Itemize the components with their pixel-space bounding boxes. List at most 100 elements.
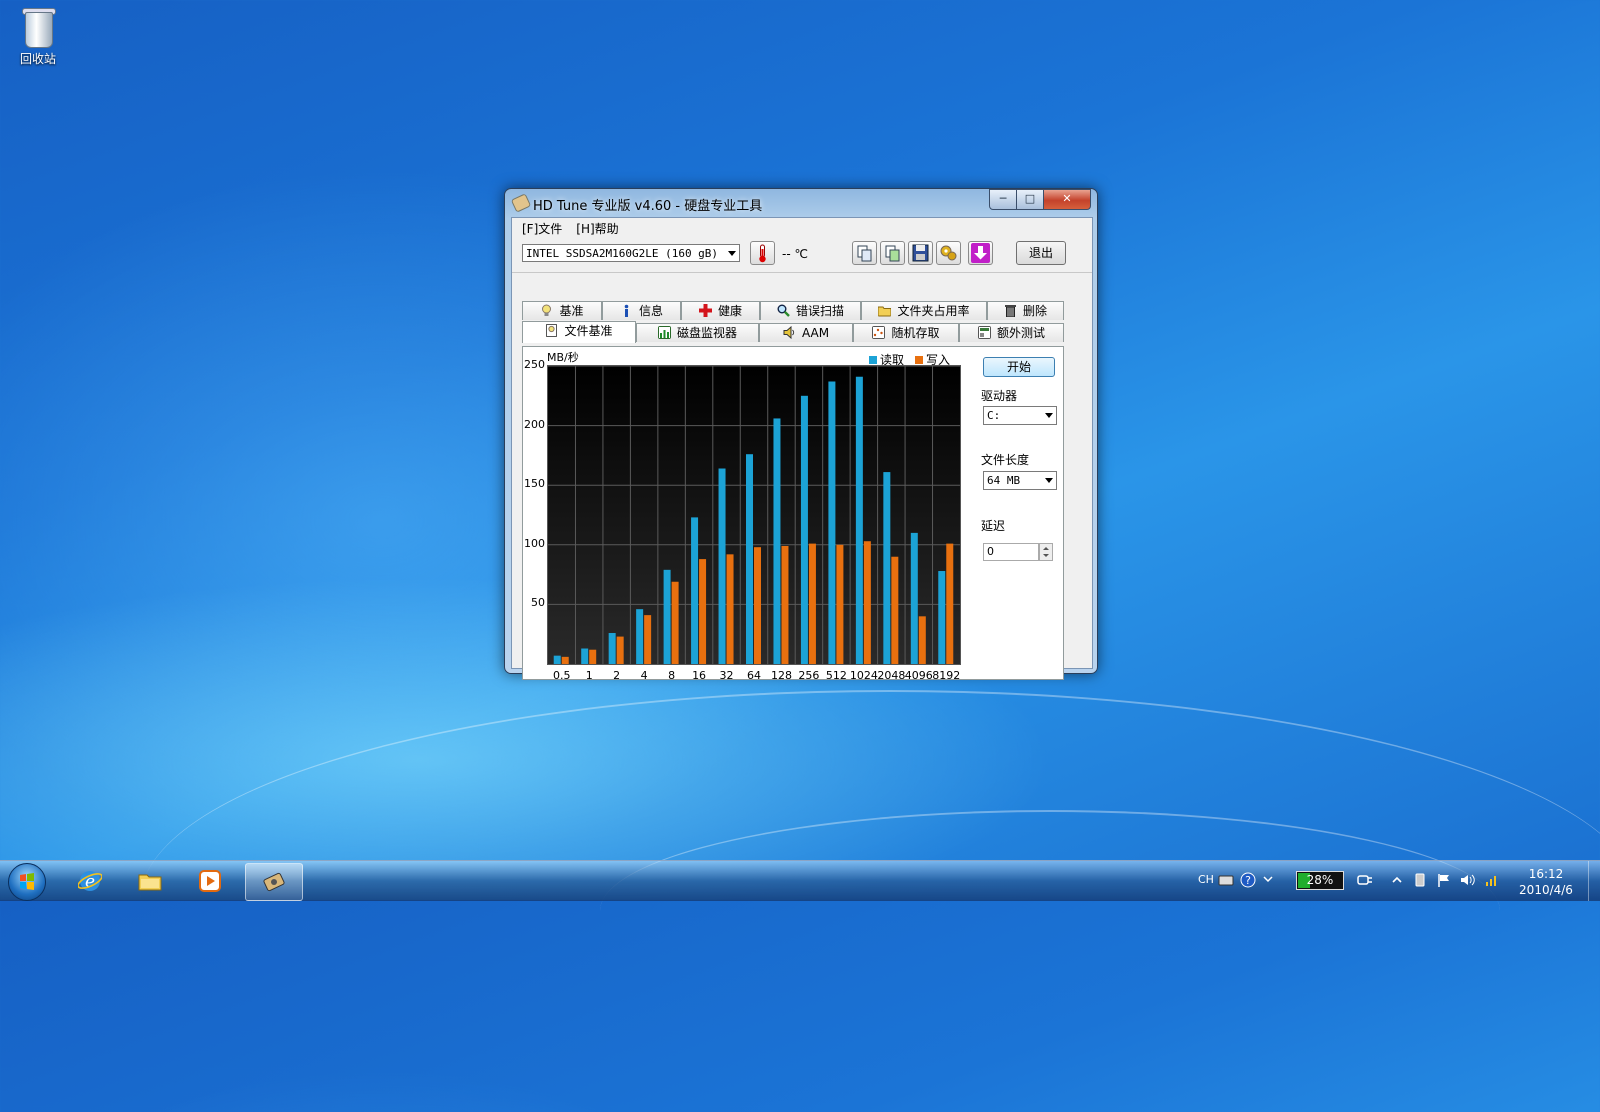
tab-benchmark-label: 基准 xyxy=(559,304,584,318)
minimize-button[interactable]: ─ xyxy=(989,189,1017,210)
write-bar-256 xyxy=(808,543,816,664)
show-desktop-button[interactable] xyxy=(1588,861,1600,901)
tab-file-benchmark[interactable]: 文件基准 xyxy=(522,321,636,343)
y-tick-label: 50 xyxy=(531,596,545,610)
drive-select[interactable]: INTEL SSDSA2M160G2LE (160 gB) xyxy=(522,244,740,262)
volume-icon[interactable] xyxy=(1460,872,1476,888)
clock-time: 16:12 xyxy=(1528,867,1564,881)
action-center-flag-icon[interactable] xyxy=(1436,872,1452,888)
tab-disk-monitor[interactable]: 磁盘监视器 xyxy=(636,323,759,342)
tab-rows: 基准 信息 健康 错误扫描 文件夹占用率 删除 文件基准 磁盘监视器 AAM 随… xyxy=(522,301,1064,345)
delay-input[interactable]: 0 xyxy=(983,543,1039,561)
download-arrow-icon xyxy=(971,243,990,263)
power-plug-icon[interactable] xyxy=(1356,872,1374,888)
battery-percent-text: 28% xyxy=(1306,873,1334,887)
y-tick-label: 100 xyxy=(524,536,545,550)
copy-screenshot-button[interactable] xyxy=(880,241,905,265)
file-length-value: 64 MB xyxy=(987,474,1021,487)
write-bar-512 xyxy=(836,544,844,664)
taskbar-hdtune-button[interactable] xyxy=(245,863,303,901)
exit-button[interactable]: 退出 xyxy=(1016,241,1066,265)
write-bar-32 xyxy=(726,554,734,664)
show-hidden-icons-icon[interactable] xyxy=(1390,873,1404,887)
tab-random-access-label: 随机存取 xyxy=(891,326,940,340)
extra-tests-icon xyxy=(977,326,991,339)
taskbar-explorer-button[interactable] xyxy=(122,863,178,899)
media-player-icon xyxy=(199,870,221,892)
close-button[interactable]: ✕ xyxy=(1043,189,1091,210)
taskbar-ie-button[interactable]: e xyxy=(62,863,118,899)
tab-extra-tests[interactable]: 额外测试 xyxy=(959,323,1064,342)
monitor-chart-icon xyxy=(657,326,671,339)
temperature-button[interactable] xyxy=(750,241,775,265)
read-bar-16 xyxy=(691,517,699,664)
tab-random-access[interactable]: 随机存取 xyxy=(853,323,959,342)
tab-disk-monitor-label: 磁盘监视器 xyxy=(676,326,737,340)
tab-folder-usage-label: 文件夹占用率 xyxy=(897,304,970,318)
drive-dropdown[interactable]: C: xyxy=(983,406,1057,425)
tab-folder-usage[interactable]: 文件夹占用率 xyxy=(861,301,987,320)
save-button[interactable] xyxy=(908,241,933,265)
start-button[interactable]: 开始 xyxy=(983,357,1055,377)
menu-bar: [F]文件 [H]帮助 xyxy=(512,218,1092,238)
folder-icon xyxy=(878,306,892,317)
tab-info[interactable]: 信息 xyxy=(602,301,681,320)
window-client: [F]文件 [H]帮助 INTEL SSDSA2M160G2LE (160 gB… xyxy=(511,217,1093,682)
x-tick-label: 32 xyxy=(719,669,734,682)
read-bar-1024 xyxy=(855,376,863,664)
menu-file[interactable]: [F]文件 xyxy=(518,220,566,237)
help-icon[interactable]: ? xyxy=(1240,872,1256,888)
y-tick-label: 200 xyxy=(524,417,545,431)
x-tick-label: 1024 xyxy=(849,669,878,682)
tab-aam[interactable]: AAM xyxy=(759,323,853,342)
start-orb-icon[interactable] xyxy=(8,863,46,901)
tab-health[interactable]: 健康 xyxy=(681,301,760,320)
title-bar[interactable]: HD Tune 专业版 v4.60 - 硬盘专业工具 ─ □ ✕ xyxy=(505,189,1097,217)
tab-erase[interactable]: 删除 xyxy=(987,301,1064,320)
write-bar-1024 xyxy=(863,541,871,664)
copy-info-button[interactable] xyxy=(852,241,877,265)
language-indicator[interactable]: CH xyxy=(1198,873,1214,913)
battery-meter[interactable]: 28% xyxy=(1296,871,1344,890)
tab-extra-tests-label: 额外测试 xyxy=(996,326,1045,340)
write-bar-128 xyxy=(781,545,789,664)
gears-icon xyxy=(940,245,957,261)
x-tick-label: 16 xyxy=(692,669,707,682)
options-arrow-icon[interactable] xyxy=(1262,872,1274,888)
recycle-bin-desktop-icon[interactable]: 回收站 xyxy=(14,6,62,67)
options-button[interactable] xyxy=(936,241,961,265)
menu-help[interactable]: [H]帮助 xyxy=(572,220,622,237)
system-clock[interactable]: 16:12 2010/4/6 xyxy=(1506,866,1586,898)
y-tick-label: 250 xyxy=(524,358,545,371)
wallpaper-swoosh xyxy=(600,810,1500,1012)
tab-error-scan[interactable]: 错误扫描 xyxy=(760,301,861,320)
delay-spinner[interactable] xyxy=(1039,543,1053,561)
write-bar-2048 xyxy=(891,556,899,664)
file-length-dropdown[interactable]: 64 MB xyxy=(983,471,1057,490)
x-tick-label: 8192 xyxy=(932,669,961,682)
read-bar-4096 xyxy=(910,532,918,664)
maximize-button[interactable]: □ xyxy=(1016,189,1044,210)
write-bar-1 xyxy=(589,649,597,664)
read-bar-1 xyxy=(581,648,589,664)
tab-info-label: 信息 xyxy=(638,304,663,318)
thermometer-icon xyxy=(759,244,766,263)
device-icon[interactable] xyxy=(1412,872,1428,888)
read-bar-2048 xyxy=(883,472,891,664)
tab-benchmark[interactable]: 基准 xyxy=(522,301,602,320)
info-icon xyxy=(624,304,629,317)
drive-select-value: INTEL SSDSA2M160G2LE (160 gB) xyxy=(526,247,719,260)
read-bar-4 xyxy=(636,609,644,664)
x-tick-label: 256 xyxy=(798,669,820,682)
x-tick-label: 2 xyxy=(613,669,621,682)
x-tick-label: 1 xyxy=(585,669,593,682)
download-button[interactable] xyxy=(968,241,993,265)
recycle-bin-icon xyxy=(22,6,56,48)
write-bar-8 xyxy=(671,581,679,664)
tab-health-label: 健康 xyxy=(717,304,742,318)
x-tick-label: 4096 xyxy=(904,669,933,682)
chevron-down-icon xyxy=(728,251,736,256)
taskbar-media-player-button[interactable] xyxy=(182,863,238,899)
keyboard-icon[interactable] xyxy=(1218,872,1234,888)
network-icon[interactable] xyxy=(1484,872,1500,888)
